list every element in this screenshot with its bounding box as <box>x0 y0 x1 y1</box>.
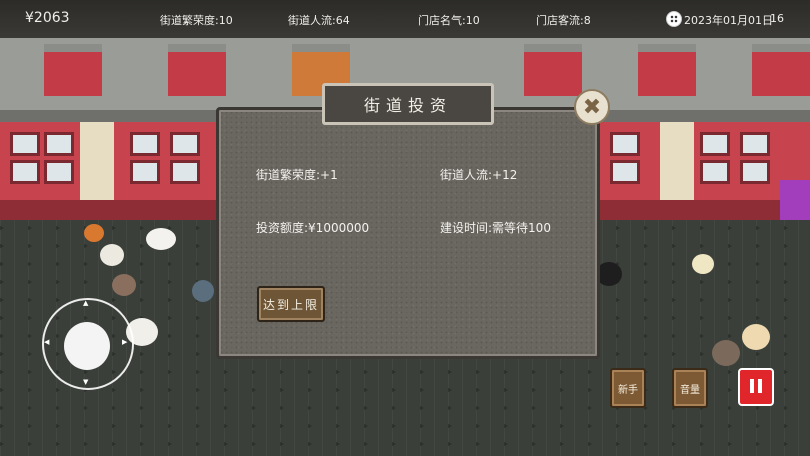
window <box>170 160 200 184</box>
close-button[interactable]: ✖ <box>574 89 610 125</box>
window <box>170 132 200 156</box>
window <box>10 132 40 156</box>
npc-character <box>742 324 770 350</box>
top-status-bar: ¥2063 街道繁荣度:10 街道人流:64 门店名气:10 门店客流:8 20… <box>0 0 810 38</box>
dialog-title-banner: 街道投资 <box>322 83 494 125</box>
dialog-title: 街道投资 <box>363 96 452 115</box>
window <box>610 132 640 156</box>
day-counter: 16 <box>770 12 784 25</box>
npc-character <box>112 274 136 296</box>
street-traffic-stat: 街道人流:64 <box>288 14 350 27</box>
window <box>44 160 74 184</box>
chimney <box>168 44 226 96</box>
shop-sign <box>780 180 810 220</box>
build-time-text: 建设时间:需等待100 <box>440 221 551 235</box>
pause-icon <box>748 378 764 397</box>
window <box>700 132 730 156</box>
close-icon: ✖ <box>582 94 602 120</box>
chimney <box>638 44 696 96</box>
window <box>610 160 640 184</box>
money-display: ¥2063 <box>25 10 70 26</box>
npc-character <box>712 340 740 366</box>
window <box>130 160 160 184</box>
window <box>700 160 730 184</box>
store-popularity-stat: 门店名气:10 <box>418 14 480 27</box>
chimney <box>44 44 102 96</box>
beginner-guide-button[interactable]: 新手 <box>610 368 646 408</box>
store-customers-stat: 门店客流:8 <box>536 14 591 27</box>
arrow-down-icon: ▼ <box>83 378 89 386</box>
date-display: 2023年01月01日 <box>684 14 773 27</box>
limit-reached-button[interactable]: 达到上限 <box>257 286 325 322</box>
window <box>740 160 770 184</box>
arrow-up-icon: ▲ <box>83 299 89 307</box>
pause-button[interactable] <box>738 368 774 406</box>
calendar-icon <box>666 11 682 27</box>
street-prosperity-stat: 街道繁荣度:10 <box>160 14 233 27</box>
investment-amount-text: 投资额度:¥1000000 <box>256 221 370 235</box>
npc-character <box>192 280 214 302</box>
volume-button[interactable]: 音量 <box>672 368 708 408</box>
npc-character <box>146 228 176 250</box>
npc-character <box>692 254 714 274</box>
chimney <box>752 44 810 96</box>
arrow-right-icon: ▶ <box>122 338 128 346</box>
window <box>130 132 160 156</box>
window <box>10 160 40 184</box>
prosperity-gain-text: 街道繁荣度:+1 <box>256 168 338 182</box>
window <box>44 132 74 156</box>
chimney <box>524 44 582 96</box>
npc-character <box>100 244 124 266</box>
npc-character <box>84 224 104 242</box>
arrow-left-icon: ◀ <box>44 338 50 346</box>
joystick-knob[interactable] <box>64 322 110 370</box>
traffic-gain-text: 街道人流:+12 <box>440 168 518 182</box>
window <box>740 132 770 156</box>
